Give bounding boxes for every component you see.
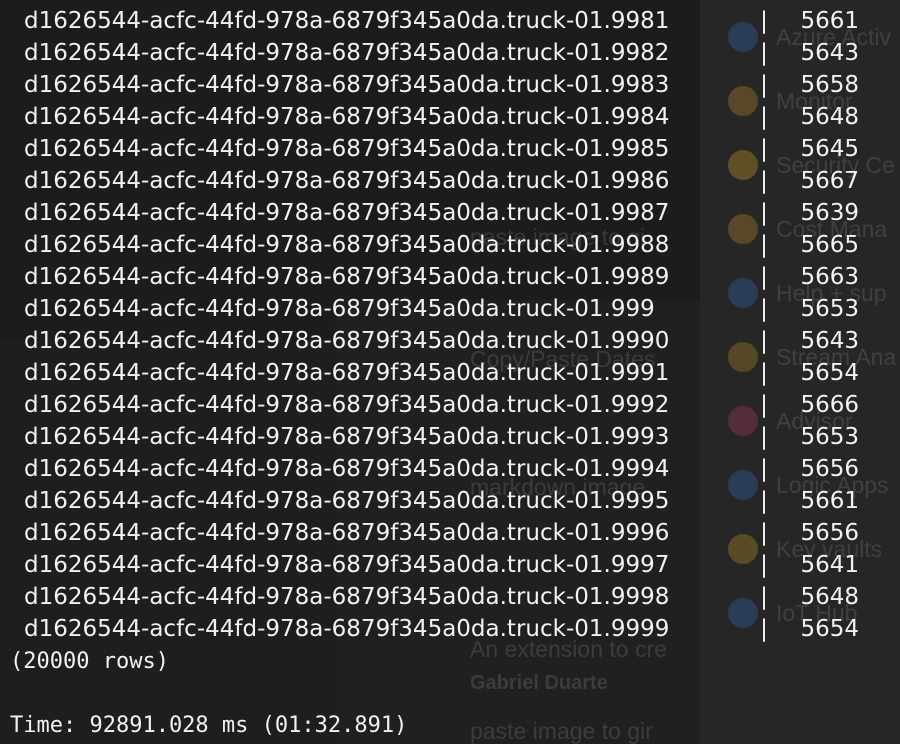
table-row: d1626544-acfc-44fd-978a-6879f345a0da.tru… [24,229,859,261]
row-key: d1626544-acfc-44fd-978a-6879f345a0da.tru… [24,488,670,514]
row-value: 5645 [800,136,859,162]
column-separator: | [760,360,768,386]
row-value: 5648 [800,104,859,130]
column-separator: | [760,296,768,322]
row-key: d1626544-acfc-44fd-978a-6879f345a0da.tru… [24,584,670,610]
column-separator: | [760,8,768,34]
row-value: 5643 [800,40,859,66]
row-key: d1626544-acfc-44fd-978a-6879f345a0da.tru… [24,456,670,482]
row-value: 5639 [800,200,859,226]
table-row: d1626544-acfc-44fd-978a-6879f345a0da.tru… [24,517,859,549]
timing-line: Time: 92891.028 ms (01:32.891) [10,713,408,738]
row-key: d1626544-acfc-44fd-978a-6879f345a0da.tru… [24,264,670,290]
table-row: d1626544-acfc-44fd-978a-6879f345a0da.tru… [24,581,859,613]
column-separator: | [760,232,768,258]
column-separator: | [760,424,768,450]
column-separator: | [760,616,768,642]
row-key: d1626544-acfc-44fd-978a-6879f345a0da.tru… [24,392,670,418]
column-separator: | [760,136,768,162]
table-row: d1626544-acfc-44fd-978a-6879f345a0da.tru… [24,101,859,133]
table-row: d1626544-acfc-44fd-978a-6879f345a0da.tru… [24,69,859,101]
row-key: d1626544-acfc-44fd-978a-6879f345a0da.tru… [24,200,670,226]
row-value: 5656 [800,520,859,546]
table-row: d1626544-acfc-44fd-978a-6879f345a0da.tru… [24,5,859,37]
row-key: d1626544-acfc-44fd-978a-6879f345a0da.tru… [24,40,670,66]
row-key: d1626544-acfc-44fd-978a-6879f345a0da.tru… [24,104,670,130]
row-key: d1626544-acfc-44fd-978a-6879f345a0da.tru… [24,136,670,162]
column-separator: | [760,488,768,514]
row-key: d1626544-acfc-44fd-978a-6879f345a0da.tru… [24,232,670,258]
column-separator: | [760,584,768,610]
row-count: (20000 rows) [10,649,169,674]
column-separator: | [760,168,768,194]
row-value: 5653 [800,296,859,322]
column-separator: | [760,392,768,418]
column-separator: | [760,104,768,130]
column-separator: | [760,72,768,98]
row-key: d1626544-acfc-44fd-978a-6879f345a0da.tru… [24,72,670,98]
row-key: d1626544-acfc-44fd-978a-6879f345a0da.tru… [24,328,670,354]
row-value: 5641 [800,552,859,578]
row-value: 5666 [800,392,859,418]
column-separator: | [760,520,768,546]
table-row: d1626544-acfc-44fd-978a-6879f345a0da.tru… [24,261,859,293]
terminal-window[interactable]: Azure Activ Monitor Security Ce Cost Man… [0,0,900,744]
row-key: d1626544-acfc-44fd-978a-6879f345a0da.tru… [24,616,670,642]
table-row: d1626544-acfc-44fd-978a-6879f345a0da.tru… [24,325,859,357]
table-row: d1626544-acfc-44fd-978a-6879f345a0da.tru… [24,37,859,69]
table-row: d1626544-acfc-44fd-978a-6879f345a0da.tru… [24,485,859,517]
row-value: 5665 [800,232,859,258]
row-key: d1626544-acfc-44fd-978a-6879f345a0da.tru… [24,296,655,322]
table-row: d1626544-acfc-44fd-978a-6879f345a0da.tru… [24,197,859,229]
table-row: d1626544-acfc-44fd-978a-6879f345a0da.tru… [24,389,859,421]
row-value: 5653 [800,424,859,450]
row-value: 5648 [800,584,859,610]
row-key: d1626544-acfc-44fd-978a-6879f345a0da.tru… [24,360,670,386]
row-value: 5654 [800,616,859,642]
table-row: d1626544-acfc-44fd-978a-6879f345a0da.tru… [24,133,859,165]
row-key: d1626544-acfc-44fd-978a-6879f345a0da.tru… [24,520,670,546]
row-value: 5661 [800,488,859,514]
column-separator: | [760,200,768,226]
row-value: 5663 [800,264,859,290]
column-separator: | [760,264,768,290]
query-output: d1626544-acfc-44fd-978a-6879f345a0da.tru… [0,0,900,744]
row-value: 5661 [800,8,859,34]
row-value: 5667 [800,168,859,194]
column-separator: | [760,552,768,578]
table-row: d1626544-acfc-44fd-978a-6879f345a0da.tru… [24,293,859,325]
row-value: 5654 [800,360,859,386]
table-row: d1626544-acfc-44fd-978a-6879f345a0da.tru… [24,549,859,581]
row-key: d1626544-acfc-44fd-978a-6879f345a0da.tru… [24,8,670,34]
row-key: d1626544-acfc-44fd-978a-6879f345a0da.tru… [24,552,670,578]
row-key: d1626544-acfc-44fd-978a-6879f345a0da.tru… [24,168,670,194]
row-value: 5656 [800,456,859,482]
table-row: d1626544-acfc-44fd-978a-6879f345a0da.tru… [24,453,859,485]
column-separator: | [760,456,768,482]
table-row: d1626544-acfc-44fd-978a-6879f345a0da.tru… [24,165,859,197]
table-row: d1626544-acfc-44fd-978a-6879f345a0da.tru… [24,421,859,453]
row-key: d1626544-acfc-44fd-978a-6879f345a0da.tru… [24,424,670,450]
table-row: d1626544-acfc-44fd-978a-6879f345a0da.tru… [24,357,859,389]
column-separator: | [760,328,768,354]
row-value: 5643 [800,328,859,354]
column-separator: | [760,40,768,66]
table-row: d1626544-acfc-44fd-978a-6879f345a0da.tru… [24,613,859,645]
row-value: 5658 [800,72,859,98]
